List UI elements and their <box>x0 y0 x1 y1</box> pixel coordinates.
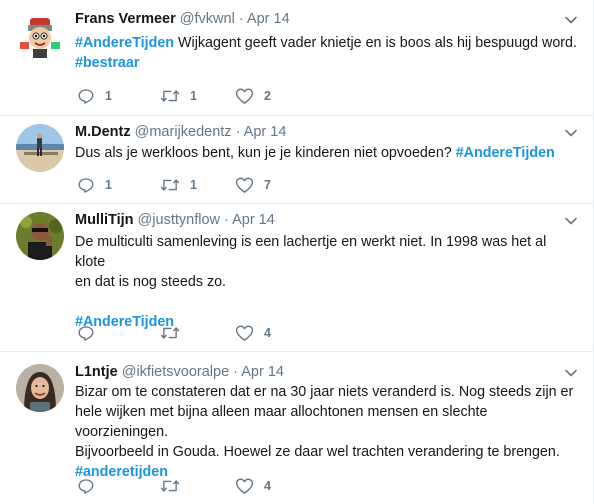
retweet-button[interactable] <box>160 476 190 496</box>
tweet-text: Dus als je werkloos bent, kun je je kind… <box>75 145 555 161</box>
separator-dot: · <box>224 212 229 228</box>
tweet-header: Frans Vermeer @fvkwnl · Apr 14 <box>75 9 290 29</box>
tweet-timestamp[interactable]: Apr 14 <box>232 212 275 228</box>
tweet[interactable]: MulliTijn @justtynflow · Apr 14 De multi… <box>0 204 593 352</box>
user-name[interactable]: MulliTijn <box>75 212 134 228</box>
user-handle[interactable]: @marijkedentz <box>135 124 232 140</box>
woman-photo-avatar-icon <box>16 364 64 412</box>
like-count: 2 <box>264 89 271 103</box>
heart-icon <box>235 88 254 104</box>
tweet-header: L1ntje @ikfietsvooralpe · Apr 14 <box>75 362 284 382</box>
tweet-header: MulliTijn @justtynflow · Apr 14 <box>75 210 275 230</box>
tweet-text: Bizar om te constateren dat er na 30 jaa… <box>75 384 574 480</box>
avatar[interactable] <box>16 12 64 60</box>
reply-button[interactable] <box>77 476 105 496</box>
cartoon-avatar-icon <box>16 12 64 60</box>
heart-icon <box>235 478 254 494</box>
avatar[interactable] <box>16 212 64 260</box>
like-button[interactable]: 4 <box>235 476 271 496</box>
like-count: 4 <box>264 326 271 340</box>
person-photo-avatar-icon <box>16 212 64 260</box>
tweet-timestamp[interactable]: Apr 14 <box>241 364 284 380</box>
tweet-text: De multiculti samenleving is een lachert… <box>75 234 547 330</box>
reply-button[interactable] <box>77 323 105 343</box>
retweet-icon <box>160 90 180 102</box>
reply-icon <box>78 326 94 341</box>
chevron-down-icon[interactable] <box>563 365 579 381</box>
retweet-count: 1 <box>190 178 197 192</box>
retweet-icon <box>160 480 180 492</box>
like-count: 4 <box>264 479 271 493</box>
tweet[interactable]: Frans Vermeer @fvkwnl · Apr 14 #AndereTi… <box>0 0 593 116</box>
retweet-button[interactable] <box>160 323 190 343</box>
user-name[interactable]: M.Dentz <box>75 124 131 140</box>
reply-icon <box>78 479 94 494</box>
chevron-down-icon[interactable] <box>563 125 579 141</box>
like-count: 7 <box>264 178 271 192</box>
like-button[interactable]: 4 <box>235 323 271 343</box>
tweet[interactable]: M.Dentz @marijkedentz · Apr 14 Dus als j… <box>0 116 593 204</box>
user-handle[interactable]: @ikfietsvooralpe <box>122 364 229 380</box>
chevron-down-icon[interactable] <box>563 12 579 28</box>
hashtag-link[interactable]: #bestraar <box>75 55 139 71</box>
tweet-timestamp[interactable]: Apr 14 <box>247 11 290 27</box>
tweet-header: M.Dentz @marijkedentz · Apr 14 <box>75 122 286 142</box>
chevron-down-icon[interactable] <box>563 213 579 229</box>
heart-icon <box>235 325 254 341</box>
user-name[interactable]: L1ntje <box>75 364 118 380</box>
reply-count: 1 <box>105 178 112 192</box>
like-button[interactable]: 2 <box>235 86 271 106</box>
avatar[interactable] <box>16 124 64 172</box>
user-name[interactable]: Frans Vermeer <box>75 11 176 27</box>
retweet-icon <box>160 179 180 191</box>
hashtag-link[interactable]: #AndereTijden <box>75 35 174 51</box>
tweet-timestamp[interactable]: Apr 14 <box>244 124 287 140</box>
separator-dot: · <box>235 124 241 140</box>
avatar[interactable] <box>16 364 64 412</box>
separator-dot: · <box>233 364 239 380</box>
beach-photo-avatar-icon <box>16 124 64 172</box>
reply-button[interactable]: 1 <box>77 175 112 195</box>
retweet-button[interactable]: 1 <box>160 86 197 106</box>
reply-count: 1 <box>105 89 112 103</box>
reply-icon <box>78 89 94 104</box>
tweet[interactable]: L1ntje @ikfietsvooralpe · Apr 14 Bizar o… <box>0 352 593 504</box>
hashtag-link[interactable]: #AndereTijden <box>456 145 555 161</box>
retweet-button[interactable]: 1 <box>160 175 197 195</box>
like-button[interactable]: 7 <box>235 175 271 195</box>
retweet-count: 1 <box>190 89 197 103</box>
separator-dot: · <box>238 11 244 27</box>
tweet-text: #AndereTijden Wijkagent geeft vader knie… <box>75 35 577 71</box>
user-handle[interactable]: @fvkwnl <box>180 11 235 27</box>
heart-icon <box>235 177 254 193</box>
reply-button[interactable]: 1 <box>77 86 112 106</box>
user-handle[interactable]: @justtynflow <box>138 212 220 228</box>
tweet-timeline: Frans Vermeer @fvkwnl · Apr 14 #AndereTi… <box>0 0 594 504</box>
retweet-icon <box>160 327 180 339</box>
reply-icon <box>78 178 94 193</box>
